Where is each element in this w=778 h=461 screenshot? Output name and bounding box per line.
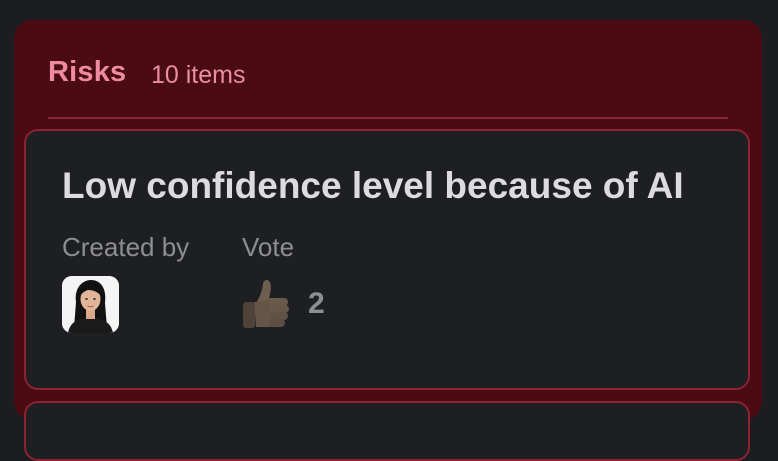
next-risk-card[interactable] (24, 401, 750, 461)
vote-count: 2 (308, 287, 325, 320)
panel-header: Risks 10 items (14, 20, 762, 119)
vote-label: Vote (242, 232, 295, 262)
panel-title: Risks (48, 56, 127, 88)
creator-avatar[interactable] (62, 276, 119, 333)
risk-card[interactable]: Low confidence level because of AI Creat… (24, 129, 750, 390)
risks-panel: Risks 10 items Low confidence level beca… (14, 20, 762, 461)
created-by-label: Created by (62, 232, 190, 262)
item-count: 10 items (151, 61, 246, 89)
avatar-image (62, 276, 119, 333)
risk-title: Low confidence level because of AI (62, 165, 684, 206)
thumbs-up-icon (243, 280, 289, 328)
vote-button[interactable]: 2 (240, 277, 350, 333)
header-divider (48, 117, 728, 119)
